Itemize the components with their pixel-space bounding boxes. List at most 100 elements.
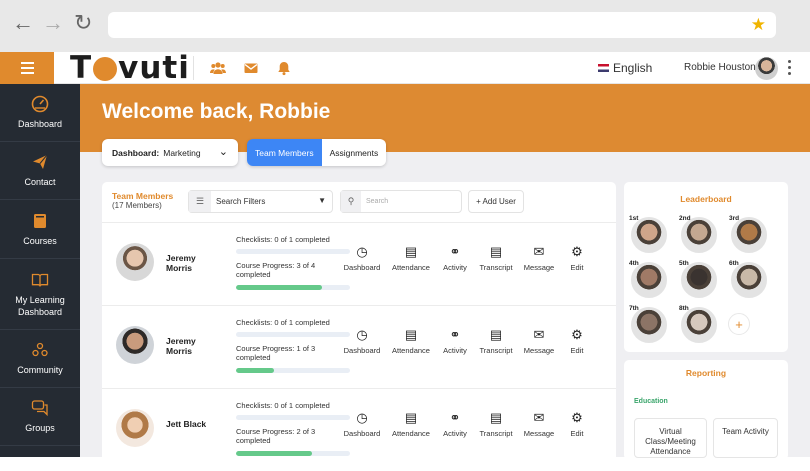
- avatar[interactable]: [116, 326, 154, 364]
- dashboard-select[interactable]: Dashboard: Marketing ⌄: [102, 139, 238, 166]
- tab-assignments[interactable]: Assignments: [321, 139, 387, 166]
- chat-bubbles-icon: [31, 400, 48, 417]
- gauge-icon: ◷: [356, 244, 368, 259]
- clipboard-icon: ▤: [489, 244, 503, 259]
- transcript-action-button[interactable]: ▤ Transcript: [474, 411, 518, 439]
- users-icon[interactable]: [210, 60, 226, 76]
- activity-icon: ⚭: [449, 244, 461, 259]
- action-label: Attendance: [392, 346, 430, 355]
- leaderboard-rank: 6th: [729, 260, 739, 267]
- sidebar-item-contact[interactable]: Contact: [0, 142, 80, 200]
- tab-team-members[interactable]: Team Members: [247, 139, 322, 166]
- leaderboard-rank: 4th: [629, 260, 639, 267]
- search-filters-select[interactable]: ☰ Search Filters ▼: [188, 190, 333, 213]
- avatar[interactable]: [116, 243, 154, 281]
- mail-icon[interactable]: [243, 60, 259, 76]
- course-progress-bar: [236, 285, 350, 290]
- table-row: Jeremy Morris Checklists: 0 of 1 complet…: [102, 222, 616, 305]
- attendance-action-button[interactable]: ▤ Attendance: [389, 410, 433, 439]
- edit-action-button[interactable]: ⚙ Edit: [555, 410, 599, 439]
- checklist-progress-bar: [236, 332, 350, 337]
- plus-icon[interactable]: +: [728, 313, 750, 335]
- attendance-action-button[interactable]: ▤ Attendance: [389, 245, 433, 273]
- dashboard-action-button[interactable]: ◷ Dashboard: [340, 411, 384, 439]
- search-placeholder: Search: [366, 198, 389, 205]
- action-label: Edit: [570, 263, 584, 272]
- sidebar-item-community[interactable]: Community: [0, 330, 80, 388]
- action-label: Edit: [570, 346, 584, 355]
- arrow-right-icon[interactable]: →: [42, 12, 64, 34]
- activity-action-button[interactable]: ⚭ Activity: [433, 411, 477, 439]
- action-label: Attendance: [392, 429, 430, 438]
- reload-icon[interactable]: ↻: [74, 12, 92, 34]
- user-name[interactable]: Robbie Houston: [684, 62, 756, 73]
- course-progress-text: Course Progress: 2 of 3 completed: [236, 427, 316, 445]
- chevron-down-icon: ⌄: [218, 146, 228, 158]
- course-progress-text: Course Progress: 3 of 4 completed: [236, 261, 316, 279]
- activity-icon: ⚭: [449, 327, 461, 342]
- sidebar-item-label: Courses: [23, 235, 57, 246]
- sidebar-item-label: Contact: [24, 177, 56, 187]
- reporting-title: Reporting: [685, 368, 727, 378]
- dashboard-action-button[interactable]: ◷ Dashboard: [340, 244, 384, 273]
- transcript-action-button[interactable]: ▤ Transcript: [474, 244, 518, 273]
- arrow-left-icon[interactable]: ←: [12, 12, 34, 34]
- search-icon: ⚲: [341, 191, 361, 212]
- edit-action-button[interactable]: ⚙ Edit: [555, 328, 599, 356]
- report-card-virtual-attendance[interactable]: Virtual Class/Meeting Attendance: [634, 418, 707, 458]
- leaderboard-rank: 2nd: [679, 215, 691, 222]
- dashboard-action-button[interactable]: ◷ Dashboard: [340, 328, 384, 356]
- sidebar-item-label: Groups: [25, 423, 55, 433]
- language-label: English: [613, 61, 653, 75]
- leaderboard-title: Leaderboard: [680, 194, 732, 204]
- member-name[interactable]: Jeremy Morris: [166, 336, 224, 356]
- member-name[interactable]: Jett Black: [166, 419, 224, 429]
- avatar[interactable]: [116, 409, 154, 447]
- community-icon: [32, 342, 48, 357]
- logo-text-end: vuti: [118, 50, 190, 86]
- member-count: (17 Members): [112, 201, 162, 210]
- reporting-section-label: Education: [634, 398, 668, 405]
- edit-action-button[interactable]: ⚙ Edit: [555, 245, 599, 273]
- leaderboard-panel: Leaderboard 1st 2nd 3rd 4th 5th 6th 7th 8th +: [624, 182, 788, 352]
- activity-action-button[interactable]: ⚭ Activity: [433, 327, 477, 356]
- language-selector[interactable]: English: [598, 61, 652, 75]
- sidebar-item-groups[interactable]: Groups: [0, 388, 80, 446]
- dashboard-select-label: Dashboard:: [112, 147, 160, 158]
- activity-action-button[interactable]: ⚭ Activity: [433, 244, 477, 273]
- dashboard-select-value: Marketing: [163, 147, 201, 158]
- report-card-team-activity[interactable]: Team Activity: [713, 418, 778, 458]
- attendance-action-button[interactable]: ▤ Attendance: [389, 327, 433, 356]
- open-book-icon: [31, 273, 49, 287]
- filter-label: Search Filters: [216, 197, 266, 206]
- bell-icon[interactable]: [276, 60, 292, 76]
- search-input[interactable]: ⚲ Search: [340, 190, 462, 213]
- logo[interactable]: Tvuti: [70, 52, 190, 84]
- action-label: Dashboard: [343, 263, 381, 272]
- sidebar-item-label: Dashboard: [17, 119, 63, 129]
- sidebar-item-courses[interactable]: Courses: [0, 200, 80, 259]
- member-name[interactable]: Jeremy Morris: [166, 253, 224, 273]
- browser-chrome: ← → ↻ ★: [0, 0, 810, 52]
- panel-title: Team Members: [112, 191, 174, 201]
- sidebar-item-dashboard[interactable]: Dashboard: [0, 84, 80, 142]
- gear-icon: ⚙: [571, 410, 583, 425]
- action-label: Message: [523, 346, 555, 355]
- attendance-icon: ▤: [404, 327, 418, 342]
- page-title: Welcome back, Robbie: [102, 100, 331, 123]
- chevron-down-icon: ▼: [318, 196, 326, 205]
- address-bar[interactable]: ★: [108, 12, 776, 38]
- sidebar-item-my-learning-dashboard[interactable]: My Learning Dashboard: [0, 259, 80, 330]
- sidebar: Dashboard Contact Courses My Learning Da…: [0, 84, 80, 457]
- leaderboard-rank: 1st: [629, 215, 639, 222]
- menu-toggle-button[interactable]: [0, 52, 54, 84]
- report-card-label: Team Activity: [722, 427, 769, 436]
- envelope-icon: ✉: [533, 244, 545, 259]
- transcript-action-button[interactable]: ▤ Transcript: [474, 328, 518, 356]
- more-vertical-icon[interactable]: [788, 60, 791, 75]
- user-avatar[interactable]: [755, 57, 778, 80]
- attendance-icon: ▤: [404, 410, 418, 425]
- star-icon[interactable]: ★: [751, 15, 766, 35]
- sliders-icon: ☰: [189, 191, 211, 212]
- add-user-button[interactable]: + Add User: [468, 190, 524, 213]
